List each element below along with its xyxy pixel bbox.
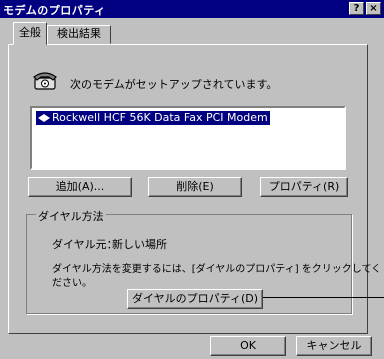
- callout-line: [263, 297, 384, 298]
- dialing-instructions-line2: ださい。: [52, 278, 92, 289]
- tab-detection-results[interactable]: 検出結果: [47, 25, 111, 44]
- close-button[interactable]: ×: [366, 2, 381, 15]
- modem-intro-text: 次のモデムがセットアップされています。: [70, 78, 278, 91]
- dialing-properties-button[interactable]: ダイヤルのプロパティ(D): [127, 289, 263, 309]
- phone-icon: [32, 66, 58, 92]
- dialing-instructions-line1: ダイヤル方法を変更するには、[ダイヤルのプロパティ] をクリックしてく: [52, 264, 382, 275]
- modem-list-item[interactable]: Rockwell HCF 56K Data Fax PCI Modem: [36, 111, 270, 125]
- dialing-from-label: ダイヤル元：: [52, 238, 118, 251]
- modem-icon: [38, 113, 50, 123]
- modem-name: Rockwell HCF 56K Data Fax PCI Modem: [52, 111, 268, 124]
- help-button[interactable]: ?: [349, 2, 364, 15]
- window-title: モデムのプロパティ: [3, 4, 106, 17]
- add-button[interactable]: 追加(A)...: [28, 177, 132, 197]
- cancel-button[interactable]: キャンセル: [296, 336, 372, 356]
- title-bar: モデムのプロパティ ? ×: [0, 0, 384, 18]
- dialing-group-label: ダイヤル方法: [36, 208, 106, 224]
- remove-button[interactable]: 削除(E): [148, 177, 242, 197]
- modem-list[interactable]: Rockwell HCF 56K Data Fax PCI Modem: [30, 106, 346, 170]
- ok-button[interactable]: OK: [210, 336, 286, 356]
- modem-properties-window: モデムのプロパティ ? × 全般 検出結果 次のモデムがセットアップされています…: [0, 0, 384, 359]
- properties-button[interactable]: プロパティ(R): [260, 177, 348, 197]
- dialing-from-value: 新しい場所: [112, 238, 167, 251]
- tab-general[interactable]: 全般: [13, 22, 47, 45]
